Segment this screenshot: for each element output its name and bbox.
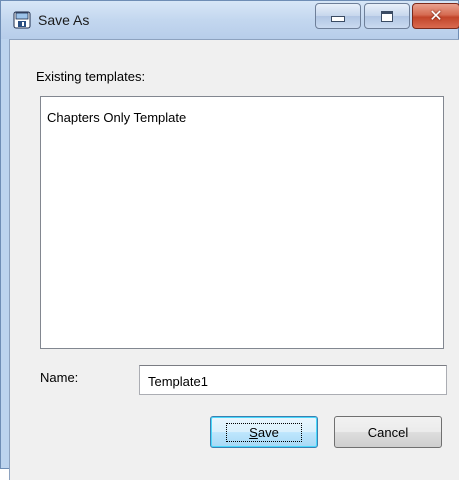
- focus-rectangle: Save: [226, 422, 302, 442]
- maximize-icon: [381, 10, 393, 22]
- window-title: Save As: [38, 12, 90, 28]
- cancel-button[interactable]: Cancel: [334, 416, 442, 448]
- save-button[interactable]: Save: [210, 416, 318, 448]
- minimize-icon: [331, 16, 345, 22]
- name-field[interactable]: [139, 365, 447, 395]
- save-as-dialog: Save As ✕ Existing templates: Chapters O…: [0, 0, 459, 480]
- list-item[interactable]: Chapters Only Template: [47, 110, 186, 125]
- close-icon: ✕: [429, 6, 443, 25]
- dialog-body: Existing templates: Chapters Only Templa…: [9, 39, 459, 480]
- title-bar[interactable]: Save As ✕: [1, 1, 459, 39]
- save-as-floppy-icon: [13, 11, 31, 29]
- save-label-rest: ave: [257, 424, 279, 440]
- maximize-button[interactable]: [364, 3, 410, 29]
- existing-templates-label: Existing templates:: [36, 69, 146, 84]
- templates-listbox[interactable]: Chapters Only Template: [40, 96, 444, 349]
- save-mnemonic: S: [249, 424, 258, 440]
- close-button[interactable]: ✕: [412, 3, 459, 29]
- name-label: Name:: [40, 370, 79, 385]
- minimize-button[interactable]: [315, 3, 361, 29]
